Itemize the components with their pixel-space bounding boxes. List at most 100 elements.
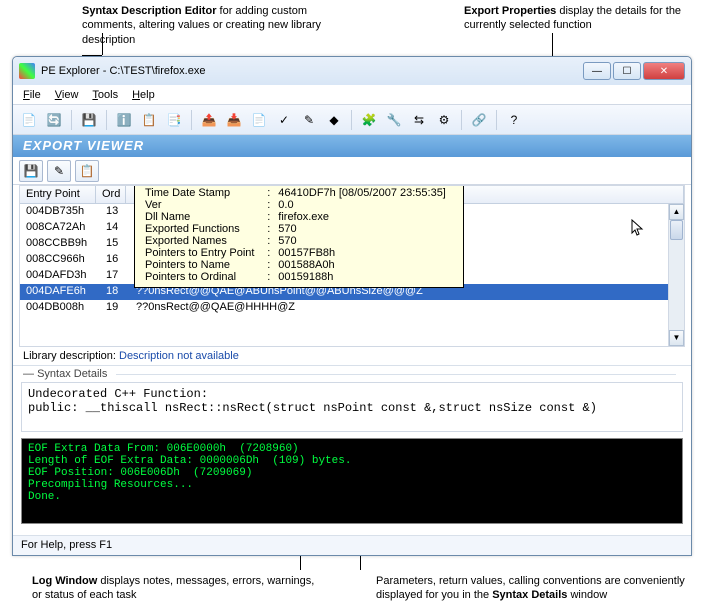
- log-line: Length of EOF Extra Data: 0000006Dh (109…: [28, 455, 676, 467]
- toolbar-info-icon[interactable]: ℹ️: [114, 110, 134, 130]
- toolbar-res-icon[interactable]: 🧩: [359, 110, 379, 130]
- subtoolbar: 💾 ✎ 📋: [13, 157, 691, 185]
- syntax-line: public: __thiscall nsRect::nsRect(struct…: [28, 401, 676, 415]
- cell-entry-point: 004DAFE6h: [20, 284, 100, 300]
- maximize-button[interactable]: ☐: [613, 62, 641, 80]
- tooltip-key: Exported Functions: [141, 223, 263, 235]
- cell-entry-point: 008CA72Ah: [20, 220, 100, 236]
- cell-ord: 15: [100, 236, 130, 252]
- tooltip-key: Time Date Stamp: [141, 187, 263, 199]
- subtoolbar-edit-icon[interactable]: ✎: [47, 160, 71, 182]
- toolbar-headers-icon[interactable]: 📑: [164, 110, 184, 130]
- tooltip-row: Exported Functions:570: [141, 223, 457, 235]
- scroll-down-icon[interactable]: ▼: [669, 330, 684, 346]
- toolbar-separator: [106, 110, 107, 130]
- cell-ord: 19: [100, 300, 130, 316]
- cell-entry-point: 004DB735h: [20, 204, 100, 220]
- tooltip-value: 00157FB8h: [274, 247, 457, 259]
- toolbar-plugin-icon[interactable]: ◆: [324, 110, 344, 130]
- close-button[interactable]: ✕: [643, 62, 685, 80]
- menu-tools[interactable]: Tools: [92, 89, 118, 101]
- tooltip-row: Dll Name:firefox.exe: [141, 211, 457, 223]
- toolbar-ax-icon[interactable]: 🔧: [384, 110, 404, 130]
- log-line: Done.: [28, 491, 676, 503]
- cell-entry-point: 004DB008h: [20, 300, 100, 316]
- app-icon: [19, 63, 35, 79]
- tooltip-row: Pointers to Ordinal:00159188h: [141, 271, 457, 283]
- tooltip-row: Time Date Stamp:46410DF7h [08/05/2007 23…: [141, 187, 457, 199]
- vertical-scrollbar[interactable]: ▲ ▼: [668, 204, 684, 346]
- col-ord[interactable]: Ord: [96, 186, 126, 203]
- syntax-line: Undecorated C++ Function:: [28, 387, 676, 401]
- statusbar: For Help, press F1: [13, 535, 691, 555]
- table-row[interactable]: 004DB008h19??0nsRect@@QAE@HHHH@Z: [20, 300, 684, 316]
- subtoolbar-copy-icon[interactable]: 📋: [75, 160, 99, 182]
- export-table: Entry Point Ord 004DB735h13008CA72Ah1400…: [19, 185, 685, 347]
- col-entry-point[interactable]: Entry Point: [20, 186, 96, 203]
- minimize-button[interactable]: —: [583, 62, 611, 80]
- toolbar: 📄 🔄 💾 ℹ️ 📋 📑 📤 📥 📄 ✓ ✎ ◆ 🧩 🔧 ⇆ ⚙ 🔗 ?: [13, 105, 691, 135]
- cell-ord: 13: [100, 204, 130, 220]
- tooltip-value: firefox.exe: [274, 211, 457, 223]
- libdesc-value: Description not available: [119, 350, 239, 362]
- tooltip-value: 570: [274, 235, 457, 247]
- toolbar-list-icon[interactable]: 📋: [139, 110, 159, 130]
- tooltip-row: Pointers to Name:001588A0h: [141, 259, 457, 271]
- tooltip-key: Dll Name: [141, 211, 263, 223]
- toolbar-separator: [191, 110, 192, 130]
- tooltip-row: Pointers to Entry Point:00157FB8h: [141, 247, 457, 259]
- cell-ord: 14: [100, 220, 130, 236]
- menu-help[interactable]: Help: [132, 89, 155, 101]
- status-text: For Help, press F1: [21, 539, 112, 551]
- tooltip-row: Ver:0.0: [141, 199, 457, 211]
- log-line: Precompiling Resources...: [28, 479, 676, 491]
- app-window: PE Explorer - C:\TEST\firefox.exe — ☐ ✕ …: [12, 56, 692, 556]
- toolbar-dep-icon[interactable]: 🔗: [469, 110, 489, 130]
- tooltip-value: 570: [274, 223, 457, 235]
- log-line: EOF Extra Data From: 006E0000h (7208960): [28, 443, 676, 455]
- libdesc-label: Library description:: [23, 350, 116, 362]
- annotation-syntax-details: Parameters, return values, calling conve…: [376, 574, 696, 603]
- syntax-details-label: — Syntax Details: [13, 365, 691, 382]
- tooltip-key: Pointers to Ordinal: [141, 271, 263, 283]
- toolbar-save-icon[interactable]: 💾: [79, 110, 99, 130]
- syntax-details-box: Undecorated C++ Function: public: __this…: [21, 382, 683, 432]
- export-properties-tooltip: Time Date Stamp:46410DF7h [08/05/2007 23…: [134, 185, 464, 288]
- tooltip-key: Exported Names: [141, 235, 263, 247]
- toolbar-compare-icon[interactable]: ⇆: [409, 110, 429, 130]
- library-description: Library description: Description not ava…: [13, 347, 691, 365]
- toolbar-separator: [461, 110, 462, 130]
- menu-view[interactable]: View: [55, 89, 79, 101]
- cell-entry-point: 008CC966h: [20, 252, 100, 268]
- tooltip-value: 46410DF7h [08/05/2007 23:55:35]: [274, 187, 457, 199]
- annotation-log: Log Window displays notes, messages, err…: [32, 574, 322, 603]
- toolbar-exportsel-icon[interactable]: 📥: [224, 110, 244, 130]
- toolbar-open-icon[interactable]: 📄: [19, 110, 39, 130]
- tooltip-value: 0.0: [274, 199, 457, 211]
- tooltip-key: Pointers to Name: [141, 259, 263, 271]
- window-title: PE Explorer - C:\TEST\firefox.exe: [41, 65, 583, 77]
- view-banner: EXPORT VIEWER: [13, 135, 691, 157]
- toolbar-separator: [71, 110, 72, 130]
- scroll-thumb[interactable]: [670, 220, 683, 240]
- toolbar-export-icon[interactable]: 📤: [199, 110, 219, 130]
- toolbar-help-icon[interactable]: ?: [504, 110, 524, 130]
- toolbar-edit-icon[interactable]: ✎: [299, 110, 319, 130]
- annotation-syntax-editor: Syntax Description Editor for adding cus…: [82, 4, 362, 47]
- log-window: EOF Extra Data From: 006E0000h (7208960)…: [21, 438, 683, 524]
- toolbar-check-icon[interactable]: ✓: [274, 110, 294, 130]
- cell-ord: 18: [100, 284, 130, 300]
- toolbar-tools-icon[interactable]: ⚙: [434, 110, 454, 130]
- scroll-up-icon[interactable]: ▲: [669, 204, 684, 220]
- titlebar[interactable]: PE Explorer - C:\TEST\firefox.exe — ☐ ✕: [13, 57, 691, 85]
- tooltip-row: Exported Names:570: [141, 235, 457, 247]
- log-line: EOF Position: 006E006Dh (7209069): [28, 467, 676, 479]
- toolbar-refresh-icon[interactable]: 🔄: [44, 110, 64, 130]
- cell-name: ??0nsRect@@QAE@HHHH@Z: [130, 300, 684, 316]
- menu-file[interactable]: File: [23, 89, 41, 101]
- subtoolbar-save-icon[interactable]: 💾: [19, 160, 43, 182]
- toolbar-import-icon[interactable]: 📄: [249, 110, 269, 130]
- menubar: File View Tools Help: [13, 85, 691, 105]
- tooltip-key: Ver: [141, 199, 263, 211]
- cell-ord: 16: [100, 252, 130, 268]
